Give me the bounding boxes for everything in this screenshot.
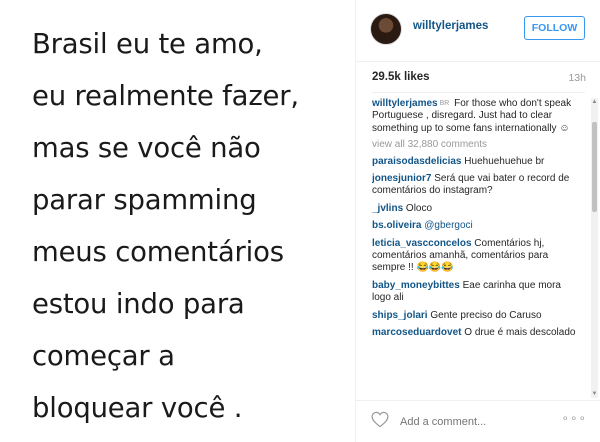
post-time: 13h <box>568 72 586 84</box>
list-item: ships_jolari Gente preciso do Caruso <box>372 310 577 322</box>
list-item: marcoseduardovet O drue é mais descolado <box>372 327 577 339</box>
comment-text: Huehuehuehue br <box>464 155 545 167</box>
likes-count[interactable]: 29.5k likes <box>372 71 430 83</box>
comment-text: Gente preciso do Caruso <box>430 309 542 321</box>
caption-username[interactable]: willtylerjames <box>372 98 438 109</box>
post-text-line: estou indo para <box>32 288 245 320</box>
post-text-line: bloquear você . <box>32 392 243 424</box>
post-text: Brasil eu te amo, eu realmente fazer, ma… <box>32 18 352 434</box>
comment-username[interactable]: _jvlins <box>372 203 403 214</box>
post-caption: willtylerjames BR For those who don't spe… <box>372 98 577 135</box>
comments-scrollbar[interactable]: ▲ ▼ <box>591 98 598 398</box>
post-text-line: começar a <box>32 340 175 372</box>
comment-mention[interactable]: @gbergoci <box>424 220 473 231</box>
comment-username[interactable]: baby_moneybittes <box>372 280 460 291</box>
comment-text: Oloco <box>405 202 433 214</box>
avatar[interactable] <box>370 13 402 45</box>
header-username[interactable]: willtylerjames <box>413 20 488 32</box>
post-text-line: eu realmente fazer, <box>32 80 299 112</box>
list-item: paraisodasdelicias Huehuehuehue br <box>372 156 577 168</box>
comment-username[interactable]: marcoseduardovet <box>372 327 461 338</box>
scroll-down-arrow-icon[interactable]: ▼ <box>591 390 598 398</box>
list-item: _jvlins Oloco <box>372 203 577 215</box>
post-text-line: parar spamming <box>32 184 257 216</box>
follow-button[interactable]: FOLLOW <box>524 16 585 40</box>
scroll-thumb[interactable] <box>592 122 597 212</box>
comment-username[interactable]: bs.oliveira <box>372 220 421 231</box>
add-comment-input[interactable] <box>400 414 550 430</box>
list-item: jonesjunior7 Será que vai bater o record… <box>372 173 577 198</box>
post-text-line: meus comentários <box>32 236 284 268</box>
post-header: willtylerjames FOLLOW <box>356 0 600 62</box>
heart-icon[interactable] <box>371 411 389 428</box>
list-item: baby_moneybittes Eae carinha que mora lo… <box>372 280 577 305</box>
scroll-up-arrow-icon[interactable]: ▲ <box>591 98 598 106</box>
post-side-panel: willtylerjames FOLLOW 29.5k likes 13h wi… <box>355 0 600 442</box>
divider <box>372 92 585 93</box>
comment-username[interactable]: leticia_vascconcelos <box>372 238 472 249</box>
comment-footer: ∘∘∘ <box>356 400 600 442</box>
comment-text: O drue é mais descolado <box>464 327 576 339</box>
post-image: Brasil eu te amo, eu realmente fazer, ma… <box>0 0 355 442</box>
more-options-icon[interactable]: ∘∘∘ <box>561 411 587 425</box>
view-all-comments-link[interactable]: view all 32,880 comments <box>372 139 577 151</box>
comment-username[interactable]: paraisodasdelicias <box>372 156 462 167</box>
country-badge: BR <box>439 100 450 107</box>
comment-username[interactable]: ships_jolari <box>372 310 428 321</box>
comment-username[interactable]: jonesjunior7 <box>372 173 431 184</box>
post-text-line: mas se você não <box>32 132 261 164</box>
list-item: bs.oliveira @gbergoci <box>372 220 577 232</box>
comment-list: willtylerjames BR For those who don't spe… <box>372 98 577 398</box>
list-item: leticia_vascconcelos Comentários hj, com… <box>372 238 577 275</box>
post-text-line: Brasil eu te amo, <box>32 28 263 60</box>
